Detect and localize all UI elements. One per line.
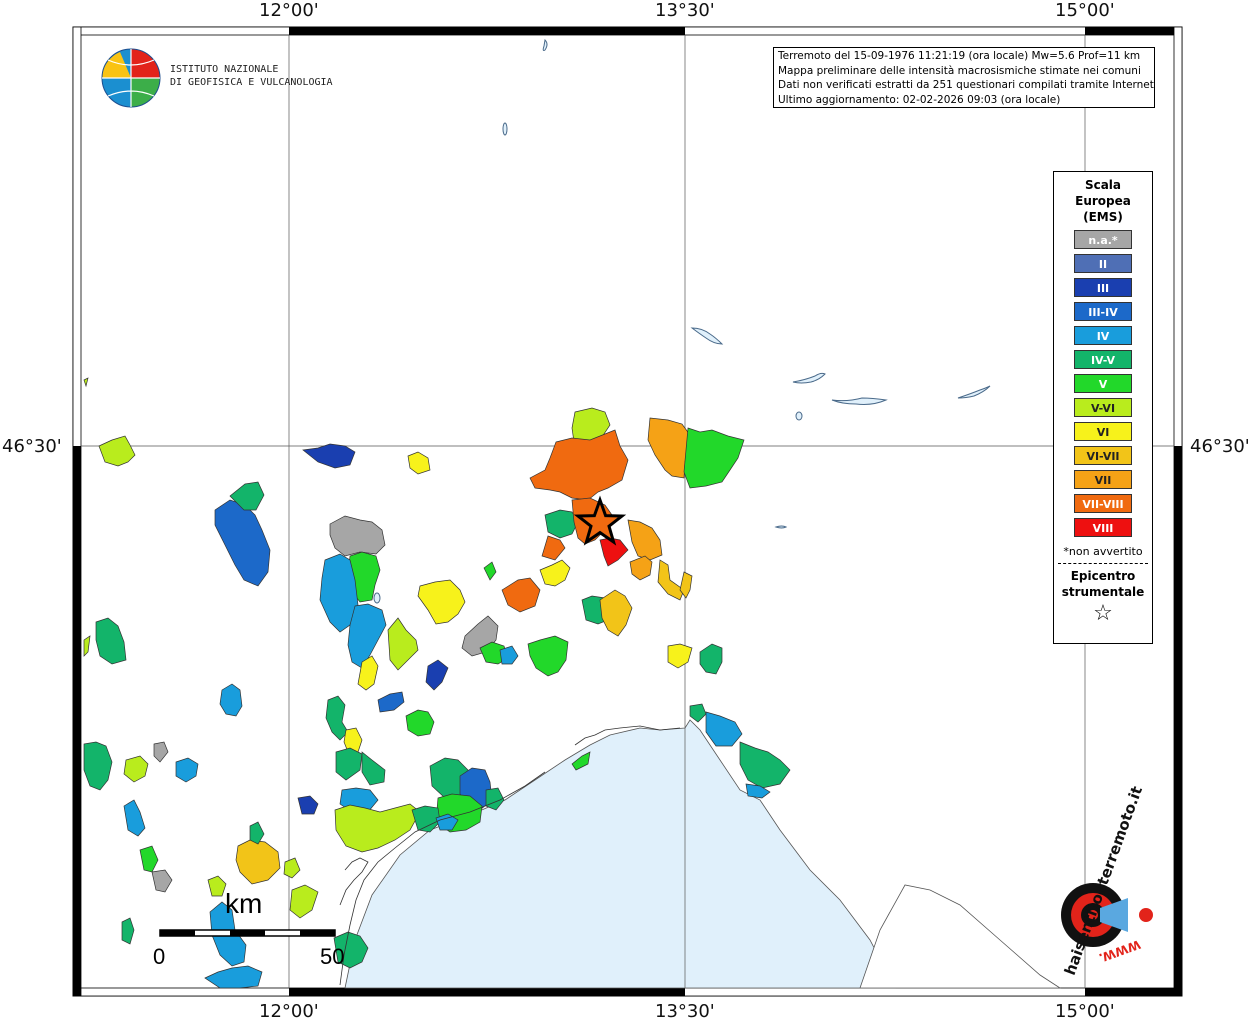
lon-top-1: 12°00' [259, 0, 319, 21]
legend-item-v: V [1074, 374, 1132, 393]
event-info-line-1: Terremoto del 15-09-1976 11:21:19 (ora l… [778, 50, 1141, 62]
legend-item-n-a-: n.a.* [1074, 230, 1132, 249]
legend-star-icon: ☆ [1093, 601, 1113, 626]
legend-epicenter-line-1: Epicentro [1070, 569, 1136, 583]
legend-item-iii: III [1074, 278, 1132, 297]
legend-item-vi: VI [1074, 422, 1132, 441]
lon-bottom-1: 12°00' [259, 1001, 319, 1022]
lon-top-3: 15°00' [1055, 0, 1115, 21]
logo-line-1: ISTITUTO NAZIONALE [170, 64, 279, 75]
event-info-line-3: Dati non verificati estratti da 251 ques… [778, 79, 1155, 91]
legend-title-line-3: (EMS) [1083, 210, 1123, 224]
lon-bottom-3: 15°00' [1055, 1001, 1115, 1022]
event-info-line-4: Ultimo aggiornamento: 02-02-2026 09:03 (… [778, 93, 1061, 106]
lat-left: 46°30' [2, 436, 62, 457]
legend-item-iv-v: IV-V [1074, 350, 1132, 369]
legend-item-iii-iv: III-IV [1074, 302, 1132, 321]
legend-title: Scala Europea (EMS) [1054, 177, 1152, 225]
scale-bar [159, 929, 336, 937]
scale-start: 0 [153, 944, 166, 969]
legend-item-v-vi: V-VI [1074, 398, 1132, 417]
legend-item-ii: II [1074, 254, 1132, 273]
legend-items: n.a.* II III III-IV IV IV-V V V-VI VI VI-VII VII VI… [1054, 230, 1152, 537]
legend-epicenter-label: Epicentro strumentale [1054, 568, 1152, 600]
event-info-box: Terremoto del 15-09-1976 11:21:19 (ora l… [773, 47, 1155, 108]
ems-legend: Scala Europea (EMS) n.a.* II III III-IV IV IV… [1053, 171, 1153, 644]
legend-note: *non avvertito [1063, 545, 1143, 558]
lat-right: 46°30' [1190, 436, 1250, 457]
legend-item-vii-viii: VII-VIII [1074, 494, 1132, 513]
legend-item-viii: VIII [1074, 518, 1132, 537]
legend-item-vii: VII [1074, 470, 1132, 489]
logo-line-2: DI GEOFISICA E VULCANOLOGIA [170, 77, 333, 88]
scale-unit: km [225, 888, 263, 919]
lon-top-2: 13°30' [655, 0, 715, 21]
event-info-line-2: Mappa preliminare delle intensità macros… [778, 64, 1141, 77]
ingv-globe-icon [101, 48, 161, 108]
legend-title-line-2: Europea [1075, 194, 1131, 208]
legend-item-iv: IV [1074, 326, 1132, 345]
ingv-logo-text: ISTITUTO NAZIONALE DI GEOFISICA E VULCAN… [170, 63, 333, 89]
scale-end: 50 [320, 944, 345, 969]
legend-epicenter-line-2: strumentale [1061, 585, 1145, 599]
legend-title-line-1: Scala [1084, 178, 1122, 192]
legend-item-vi-vii: VI-VII [1074, 446, 1132, 465]
legend-divider [1058, 563, 1148, 564]
lon-bottom-2: 13°30' [655, 1001, 715, 1022]
